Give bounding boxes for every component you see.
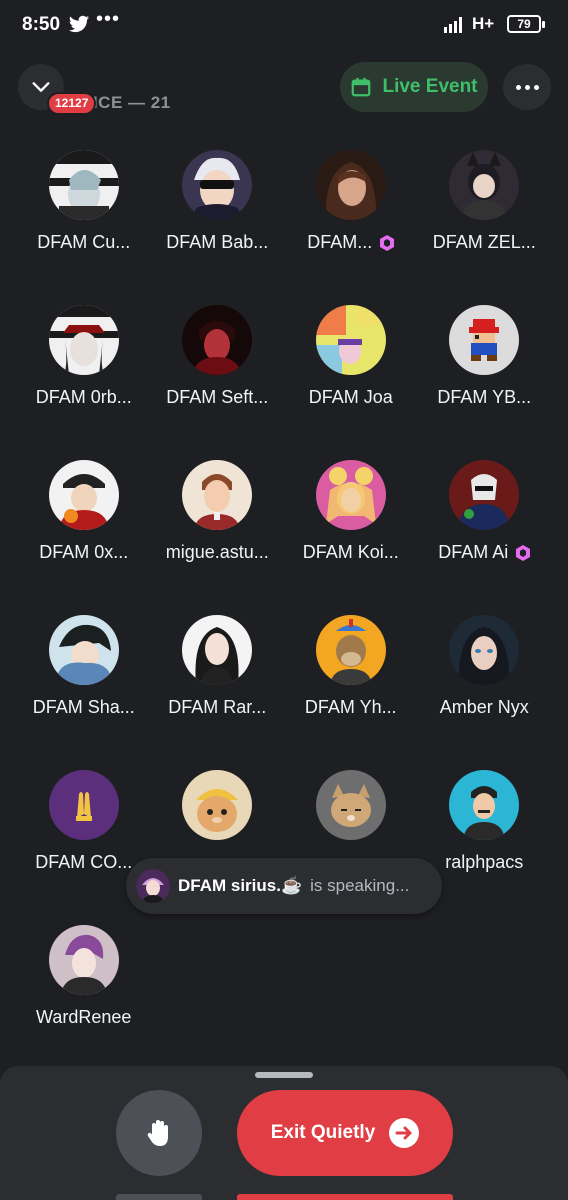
audience-member[interactable]: DFAM Cu... bbox=[17, 150, 151, 305]
member-name: DFAM Rar... bbox=[168, 697, 267, 717]
member-name: DFAM YB... bbox=[437, 387, 532, 407]
avatar bbox=[449, 305, 520, 375]
stage-controls: Exit Quietly bbox=[0, 1066, 568, 1200]
avatar bbox=[315, 770, 386, 840]
member-name: DFAM... bbox=[307, 232, 373, 252]
audience-member[interactable]: DFAM 0rb... bbox=[17, 305, 151, 460]
audience-member[interactable]: DFAM YB... bbox=[418, 305, 552, 460]
speaker-name: DFAM sirius.☕ bbox=[178, 876, 303, 895]
avatar bbox=[182, 770, 253, 840]
avatar bbox=[48, 925, 119, 995]
audience-member[interactable]: migue.astu... bbox=[151, 460, 285, 615]
avatar bbox=[48, 305, 119, 375]
nitro-boost-icon bbox=[516, 544, 531, 561]
audience-member[interactable]: DFAM Joa bbox=[284, 305, 418, 460]
avatar bbox=[182, 305, 253, 375]
member-name: WardRenee bbox=[36, 1007, 132, 1027]
network-type: H+ bbox=[472, 14, 495, 33]
member-name: Amber Nyx bbox=[439, 697, 529, 717]
member-name: DFAM Cu... bbox=[37, 232, 131, 252]
nitro-boost-icon bbox=[380, 234, 395, 251]
avatar bbox=[449, 150, 520, 220]
button-shadow bbox=[116, 1194, 202, 1200]
audience-member[interactable]: DFAM Bab... bbox=[151, 150, 285, 305]
avatar bbox=[315, 150, 386, 220]
audience-member[interactable]: DFAM ZEL... bbox=[418, 150, 552, 305]
raise-hand-icon bbox=[147, 1120, 168, 1146]
member-name: DFAM 0rb... bbox=[35, 387, 132, 407]
member-name: DFAM Seft... bbox=[166, 387, 269, 407]
avatar bbox=[182, 615, 253, 685]
raise-hand-button[interactable] bbox=[116, 1090, 202, 1176]
audience-member[interactable]: DFAM Rar... bbox=[151, 615, 285, 770]
battery-indicator: 79 bbox=[507, 15, 545, 33]
member-name: ralphpacs bbox=[445, 852, 524, 872]
avatar bbox=[315, 305, 386, 375]
member-name: migue.astu... bbox=[165, 542, 269, 562]
audience-member[interactable]: DFAM Sha... bbox=[17, 615, 151, 770]
live-event-label: Live Event bbox=[382, 76, 478, 97]
avatar bbox=[48, 615, 119, 685]
member-name: DFAM Joa bbox=[308, 387, 393, 407]
dot bbox=[515, 84, 521, 90]
status-time: 8:50 bbox=[22, 14, 61, 35]
member-name: DFAM ZEL... bbox=[432, 232, 536, 252]
audience-member[interactable]: DFAM Koi... bbox=[284, 460, 418, 615]
more-options-button[interactable] bbox=[503, 64, 551, 110]
member-name: DFAM Bab... bbox=[166, 232, 269, 252]
member-name: DFAM 0x... bbox=[39, 542, 129, 562]
audience-member[interactable]: DFAM... bbox=[284, 150, 418, 305]
exit-quietly-button[interactable]: Exit Quietly bbox=[237, 1090, 453, 1176]
member-name: DFAM Koi... bbox=[302, 542, 399, 562]
audience-member[interactable]: WardRenee bbox=[17, 925, 151, 1080]
dot bbox=[533, 84, 539, 90]
signal-icon bbox=[444, 17, 462, 33]
avatar bbox=[449, 460, 520, 530]
exit-quietly-label: Exit Quietly bbox=[270, 1122, 376, 1143]
avatar bbox=[182, 150, 253, 220]
audience-member[interactable]: Amber Nyx bbox=[418, 615, 552, 770]
audience-member[interactable]: DFAM 0x... bbox=[17, 460, 151, 615]
twitter-icon bbox=[68, 15, 90, 33]
button-shadow bbox=[237, 1194, 453, 1200]
member-name: DFAM CO... bbox=[35, 852, 133, 872]
avatar bbox=[449, 615, 520, 685]
avatar bbox=[48, 150, 119, 220]
avatar bbox=[315, 460, 386, 530]
audience-member[interactable]: DFAM Ai bbox=[418, 460, 552, 615]
status-bar: 8:50 ••• H+ 79 bbox=[0, 0, 568, 52]
live-event-button[interactable]: Live Event bbox=[340, 62, 488, 112]
calendar-icon bbox=[352, 77, 371, 97]
avatar bbox=[48, 460, 119, 530]
audience-member[interactable]: ralphpacs bbox=[418, 770, 552, 925]
avatar bbox=[449, 770, 520, 840]
speaking-status: is speaking... bbox=[310, 876, 410, 895]
member-name: DFAM Sha... bbox=[32, 697, 135, 717]
avatar bbox=[315, 615, 386, 685]
chevron-down-icon bbox=[32, 82, 50, 92]
dot bbox=[524, 84, 530, 90]
member-name: DFAM Yh... bbox=[304, 697, 397, 717]
notification-badge: 12127 bbox=[47, 92, 97, 115]
avatar bbox=[48, 770, 119, 840]
audience-member[interactable]: DFAM Yh... bbox=[284, 615, 418, 770]
status-more-dots: ••• bbox=[96, 8, 121, 30]
speaking-indicator: DFAM sirius.☕ is speaking... bbox=[126, 858, 442, 914]
avatar bbox=[182, 460, 253, 530]
member-name: DFAM Ai bbox=[438, 542, 509, 562]
drag-handle[interactable] bbox=[255, 1072, 313, 1078]
speaker-avatar bbox=[136, 869, 170, 903]
arrow-right-circle-icon bbox=[389, 1118, 420, 1148]
audience-member[interactable]: DFAM Seft... bbox=[151, 305, 285, 460]
audience-grid: DFAM Cu... DFAM Bab... DFAM... DFAM ZEL.… bbox=[17, 150, 551, 1080]
